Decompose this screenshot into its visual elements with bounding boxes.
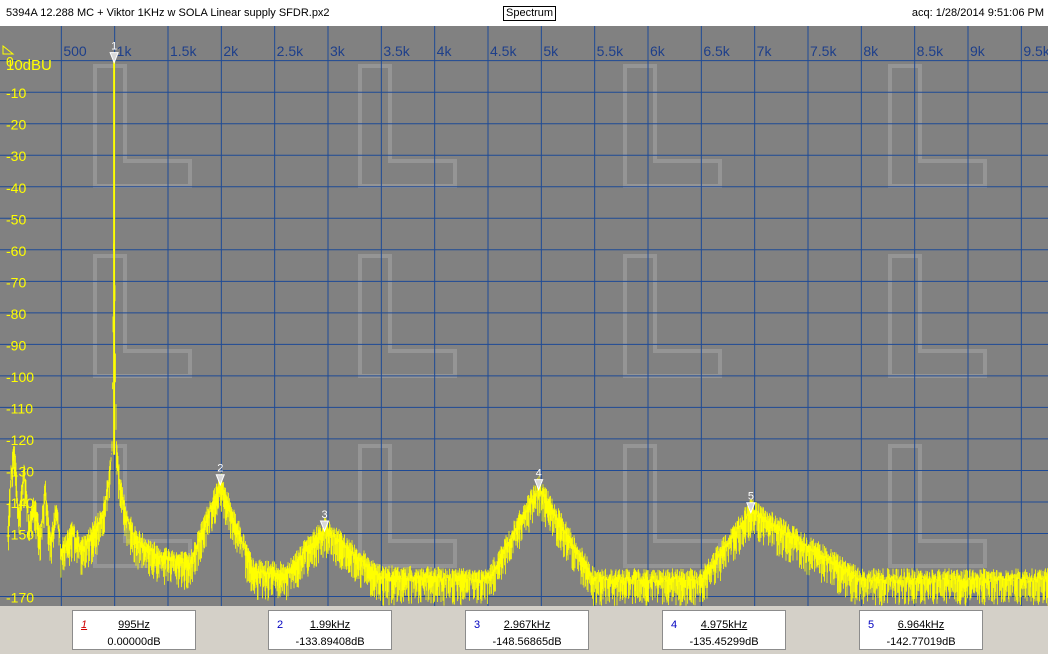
marker-readout-4[interactable]: 4 4.975kHz -135.45299dB [662, 610, 786, 650]
x-tick-label: 1.5k [170, 43, 197, 59]
marker-readout-frequency: 1.99kHz [309, 619, 351, 631]
x-tick-label: 7k [757, 43, 773, 59]
marker-readout-frequency: 4.975kHz [700, 619, 748, 631]
marker-readout-level: -135.45299dB [689, 636, 759, 648]
y-tick-label: -80 [6, 306, 26, 322]
y-tick-label: -140 [6, 495, 34, 511]
y-tick-label: -170 [6, 590, 34, 606]
x-tick-label: 5.5k [597, 43, 624, 59]
title-bar: 5394A 12.288 MC + Viktor 1KHz w SOLA Lin… [0, 0, 1048, 27]
x-tick-label: 3k [330, 43, 346, 59]
spectrum-plot[interactable]: 500 1k 1.5k 2k 2.5k 3k 3.5k 4k 4.5k 5k 5.5k 6k 6.5k 7… [0, 26, 1048, 606]
marker-readout-frequency: 995Hz [118, 619, 150, 631]
y-tick-label: -90 [6, 337, 26, 353]
x-tick-label: 2.5k [277, 43, 304, 59]
x-tick-label: 1k [117, 43, 133, 59]
x-tick-label: 6k [650, 43, 666, 59]
y-tick-label: -110 [6, 400, 33, 416]
x-tick-label: 9k [970, 43, 986, 59]
marker-number-label: 2 [217, 463, 223, 475]
y-tick-label: -20 [6, 117, 26, 133]
y-tick-label: -50 [6, 211, 26, 227]
marker-readout-frequency: 2.967kHz [503, 619, 551, 631]
y-tick-label: -120 [6, 432, 34, 448]
marker-readout-level: -133.89408dB [295, 636, 365, 648]
x-tick-label: 4.5k [490, 43, 517, 59]
y-tick-label: -30 [6, 148, 26, 164]
marker-readout-level: -148.56865dB [492, 636, 562, 648]
y-tick-label: -10 [6, 85, 26, 101]
x-tick-label: 2k [223, 43, 239, 59]
acquisition-timestamp: acq: 1/28/2014 9:51:06 PM [911, 7, 1044, 19]
marker-readout-level: 0.00000dB [107, 636, 161, 648]
marker-number-label: 1 [111, 41, 117, 53]
marker-readout-1[interactable]: 1 995Hz 0.00000dB [72, 610, 196, 650]
marker-number-label: 4 [536, 468, 542, 480]
x-tick-label: 6.5k [703, 43, 730, 59]
x-tick-label: 3.5k [383, 43, 410, 59]
marker-readout-3[interactable]: 3 2.967kHz -148.56865dB [465, 610, 589, 650]
marker-readout-frequency: 6.964kHz [897, 619, 945, 631]
y-tick-label: -70 [6, 274, 26, 290]
y-tick-label: -40 [6, 180, 26, 196]
window-bottom-edge [0, 654, 1048, 658]
marker-number-label: 3 [321, 509, 327, 521]
x-tick-label: 4k [437, 43, 453, 59]
x-tick-label: 5k [543, 43, 559, 59]
x-tick-label: 8.5k [917, 43, 944, 59]
x-tick-label: 9.5k [1023, 43, 1048, 59]
y-tick-label: -130 [6, 463, 34, 479]
marker-readout-5[interactable]: 5 6.964kHz -142.77019dB [859, 610, 983, 650]
marker-readout-2[interactable]: 2 1.99kHz -133.89408dB [268, 610, 392, 650]
x-tick-label: 500 [63, 43, 87, 59]
marker-number-label: 5 [748, 491, 754, 503]
marker-readout-bar: 1 995Hz 0.00000dB 2 1.99kHz -133.89408dB 3 2.96… [0, 606, 1048, 658]
file-title: 5394A 12.288 MC + Viktor 1KHz w SOLA Lin… [6, 7, 330, 19]
marker-readout-level: -142.77019dB [886, 636, 956, 648]
y-tick-label: -100 [6, 369, 34, 385]
y-tick-label: -150 [6, 527, 34, 543]
y-unit-label: 10dBU [6, 57, 52, 74]
y-tick-label: -60 [6, 243, 26, 259]
spectrum-view-button[interactable]: Spectrum [503, 6, 557, 21]
x-tick-label: 7.5k [810, 43, 837, 59]
x-tick-label: 8k [863, 43, 879, 59]
